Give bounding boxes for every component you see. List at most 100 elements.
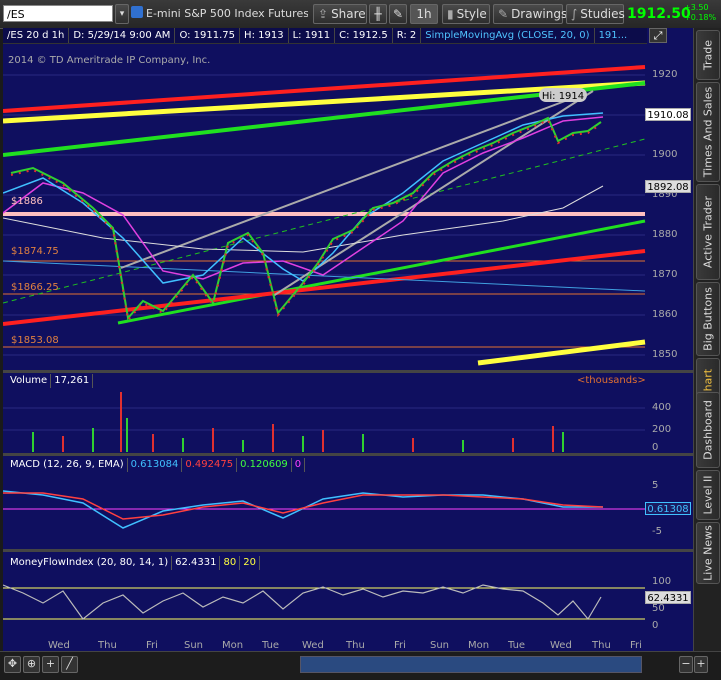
info-low: L: 1911 bbox=[289, 28, 336, 43]
day-label: Fri bbox=[394, 640, 406, 651]
mfi-chart bbox=[3, 584, 645, 621]
day-label: Sun bbox=[430, 640, 450, 651]
style-button[interactable]: ▮ Style bbox=[442, 4, 490, 24]
side-tab-live-news[interactable]: Live News bbox=[696, 522, 720, 584]
macd-value-tag: 0.61308 bbox=[645, 502, 691, 515]
symbol-description: E-mini S&P 500 Index Futures,ET... bbox=[146, 7, 308, 20]
share-icon: ⇪ bbox=[318, 7, 329, 21]
toolbar: /ES ▾ E-mini S&P 500 Index Futures,ET...… bbox=[0, 0, 721, 29]
wrench-icon: ✎ bbox=[392, 7, 404, 21]
pencil-icon: ✎ bbox=[498, 7, 509, 21]
day-label: Tue bbox=[262, 640, 280, 651]
price-chart: Hi: 1914 bbox=[3, 65, 646, 366]
macd-axis-label: -5 bbox=[652, 526, 662, 537]
pan-button[interactable]: ✥ bbox=[4, 656, 21, 673]
volume-axis-label: 200 bbox=[652, 424, 672, 435]
price-axis-label: 1870 bbox=[652, 269, 678, 280]
day-label: Mon bbox=[468, 640, 490, 651]
chart-info-bar: /ES 20 d 1h D: 5/29/14 9:00 AM O: 1911.75 H… bbox=[3, 28, 647, 44]
horizontal-scrollbar[interactable] bbox=[300, 656, 642, 673]
auto-scale-button[interactable]: ⤢ bbox=[649, 28, 667, 43]
ma-price-tag: 1910.08 bbox=[645, 108, 691, 121]
panel-divider[interactable] bbox=[3, 370, 693, 373]
plus-icon: + bbox=[696, 657, 706, 670]
side-tab-active-trader[interactable]: Active Trader bbox=[696, 184, 720, 280]
price-axis-label: 1860 bbox=[652, 309, 678, 320]
macd-header: MACD (12, 26, 9, EMA) 0.613084 0.492475 0.1… bbox=[7, 458, 306, 472]
day-label: Thu bbox=[98, 640, 117, 651]
day-label: Wed bbox=[550, 640, 572, 651]
zoom-in-button[interactable]: + bbox=[694, 656, 708, 673]
side-tab-dashboard[interactable]: Dashboard bbox=[696, 392, 720, 468]
day-label: Mon bbox=[222, 640, 244, 651]
level-label: $1866.25 bbox=[11, 282, 59, 293]
day-label: Sun bbox=[184, 640, 204, 651]
green-dashed-channel bbox=[3, 138, 646, 304]
level-label: $1853.08 bbox=[11, 335, 59, 346]
mfi-axis-label: 0 bbox=[652, 620, 659, 631]
bottom-bar: ✥ ⊕ + ╱ − + bbox=[0, 651, 721, 680]
day-label: Thu bbox=[346, 640, 365, 651]
side-tab-times-and-sales[interactable]: Times And Sales bbox=[696, 82, 720, 182]
day-label: Fri bbox=[146, 640, 158, 651]
move-icon: ✥ bbox=[7, 657, 18, 670]
signal-line bbox=[3, 492, 604, 520]
volume-axis-label: 400 bbox=[652, 402, 672, 413]
info-study-value: 191... bbox=[598, 30, 628, 41]
macd-chart bbox=[3, 490, 645, 529]
symbol-dropdown-button[interactable]: ▾ bbox=[115, 4, 129, 24]
symbol-input[interactable]: /ES bbox=[3, 5, 113, 22]
zoom-out-button[interactable]: − bbox=[679, 656, 693, 673]
crosshair-icon: + bbox=[45, 657, 56, 670]
macd-axis-label: 5 bbox=[652, 480, 659, 491]
day-label: Tue bbox=[508, 640, 526, 651]
drawings-button[interactable]: ✎ Drawings bbox=[493, 4, 567, 24]
price-axis-label: 1850 bbox=[652, 349, 678, 360]
mfi-line bbox=[3, 584, 602, 621]
chart-type-button[interactable]: ╫ bbox=[369, 4, 387, 24]
price-axis-label: 1920 bbox=[652, 69, 678, 80]
settings-button[interactable]: ✎ bbox=[389, 4, 407, 24]
gray-channel-upper bbox=[120, 97, 574, 269]
volume-axis-label: 0 bbox=[652, 442, 659, 453]
price-axis-label: 1900 bbox=[652, 149, 678, 160]
studies-icon: ∫ bbox=[571, 7, 578, 21]
hi-label: Hi: 1914 bbox=[542, 91, 584, 102]
side-tab-big-buttons[interactable]: Big Buttons bbox=[696, 282, 720, 356]
info-close: C: 1912.5 bbox=[335, 28, 393, 43]
expand-icon: ⤢ bbox=[653, 29, 663, 42]
day-label: Fri bbox=[630, 640, 642, 651]
info-date: D: 5/29/14 9:00 AM bbox=[69, 28, 176, 43]
info-high: H: 1913 bbox=[240, 28, 289, 43]
panel-divider[interactable] bbox=[3, 549, 693, 552]
panel-divider[interactable] bbox=[3, 453, 693, 456]
volume-bars bbox=[32, 392, 564, 452]
day-label: Wed bbox=[302, 640, 324, 651]
yellow-trendline-lower bbox=[477, 339, 646, 366]
zoom-button[interactable]: ⊕ bbox=[23, 656, 40, 673]
side-tab-level-ii[interactable]: Level II bbox=[696, 470, 720, 520]
studies-button[interactable]: ∫ Studies bbox=[566, 4, 625, 24]
side-tab-trade[interactable]: Trade bbox=[696, 30, 720, 80]
mfi-header: MoneyFlowIndex (20, 80, 14, 1) 62.4331 80 2… bbox=[7, 556, 260, 570]
ma200-price-tag: 1892.08 bbox=[645, 180, 691, 193]
timeframe-button[interactable]: 1h bbox=[410, 4, 438, 24]
volume-header: Volume 17,261 bbox=[7, 374, 94, 388]
price-axis-label: 1880 bbox=[652, 229, 678, 240]
chart-area[interactable]: /ES 20 d 1h D: 5/29/14 9:00 AM O: 1911.75 H… bbox=[3, 28, 693, 658]
level-label: $1886 bbox=[11, 196, 43, 207]
symbol-lookup-icon[interactable] bbox=[131, 6, 143, 18]
info-open: O: 1911.75 bbox=[175, 28, 241, 43]
volume-units: <thousands> bbox=[577, 375, 646, 386]
info-study[interactable]: SimpleMovingAvg (CLOSE, 20, 0) bbox=[421, 28, 595, 43]
line-tool-button[interactable]: ╱ bbox=[61, 656, 78, 673]
info-range: R: 2 bbox=[393, 28, 422, 43]
style-icon: ▮ bbox=[447, 7, 454, 21]
share-button[interactable]: ⇪ Share bbox=[313, 4, 367, 24]
mfi-axis-label: 100 bbox=[652, 576, 672, 587]
white-long-ma bbox=[3, 185, 604, 253]
info-symbol-period[interactable]: /ES 20 d 1h bbox=[3, 28, 70, 43]
crosshair-button[interactable]: + bbox=[42, 656, 59, 673]
day-label: Wed bbox=[48, 640, 70, 651]
minus-icon: − bbox=[681, 657, 691, 670]
